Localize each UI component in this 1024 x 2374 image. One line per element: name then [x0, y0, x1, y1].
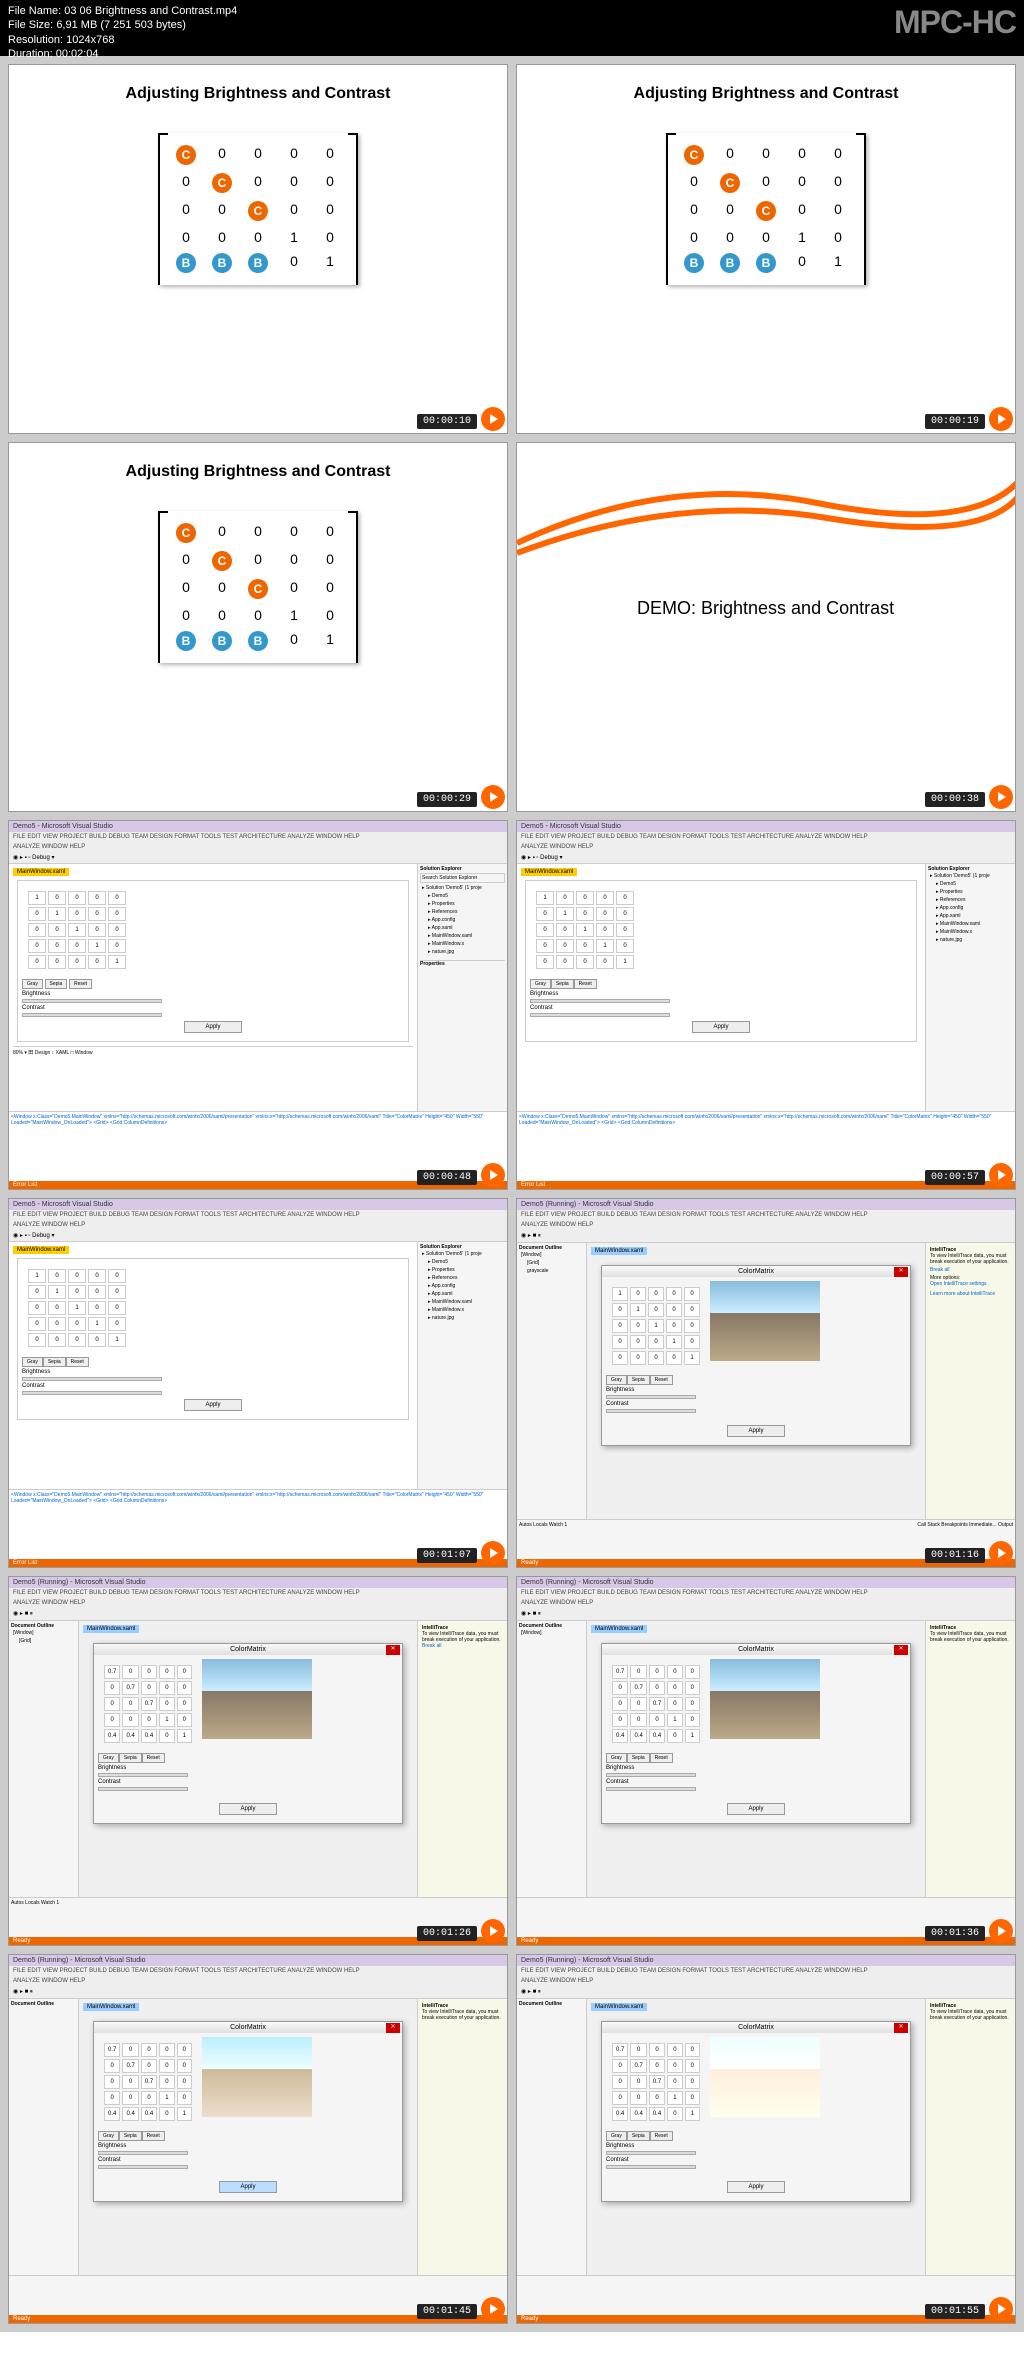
play-icon[interactable] — [989, 785, 1013, 809]
brightness-label: Brightness — [22, 991, 404, 997]
vs-titlebar: Demo5 - Microsoft Visual Studio — [9, 821, 507, 832]
thumbnail[interactable]: Adjusting Brightness and Contrast C00000… — [8, 442, 508, 812]
color-matrix: C00000C00000C0000010BBB01 — [666, 133, 866, 285]
matrix-input[interactable]: 1000001000001000001000001 — [26, 1267, 128, 1349]
matrix-input[interactable]: 1000001000001000001000001 — [534, 889, 636, 971]
brightness-slider[interactable] — [22, 999, 162, 1003]
preview-image — [710, 1281, 820, 1361]
thumbnail[interactable]: Adjusting Brightness and Contrast C00000… — [516, 64, 1016, 434]
play-icon[interactable] — [989, 1541, 1013, 1565]
vs-window: Demo5 - Microsoft Visual Studio FILE EDI… — [9, 1199, 507, 1567]
file-size: 6,91 MB (7 251 503 bytes) — [56, 19, 186, 31]
apply-button[interactable]: Apply — [184, 1021, 241, 1033]
solution-explorer[interactable]: Solution Explorer Search Solution Explor… — [417, 864, 507, 1111]
play-icon[interactable] — [481, 1163, 505, 1187]
play-icon[interactable] — [481, 407, 505, 431]
timestamp: 00:00:19 — [925, 414, 985, 429]
color-matrix: C00000C00000C0000010BBB01 — [158, 133, 358, 285]
slide-title: Adjusting Brightness and Contrast — [9, 443, 507, 491]
timestamp: 00:01:16 — [925, 1548, 985, 1563]
matrix-input[interactable]: 1000001000001000001000001 — [610, 1285, 702, 1367]
gray-button[interactable]: Gray — [22, 979, 43, 989]
timestamp: 00:01:07 — [417, 1548, 477, 1563]
timestamp: 00:01:26 — [417, 1926, 477, 1941]
play-icon[interactable] — [989, 407, 1013, 431]
play-icon[interactable] — [481, 785, 505, 809]
demo-title: DEMO: Brightness and Contrast — [637, 598, 894, 619]
timestamp: 00:00:10 — [417, 414, 477, 429]
matrix-input[interactable]: 1000001000001000001000001 — [26, 889, 128, 971]
thumbnail[interactable]: Adjusting Brightness and Contrast C00000… — [8, 64, 508, 434]
contrast-label: Contrast — [22, 1005, 404, 1011]
reset-button[interactable]: Reset — [69, 979, 92, 989]
document-outline[interactable]: Document Outline [Window] [Grid] graysca… — [517, 1243, 587, 1519]
app-logo: MPC-HC — [894, 4, 1016, 41]
play-icon[interactable] — [989, 2297, 1013, 2321]
timestamp: 00:00:48 — [417, 1170, 477, 1185]
app-titlebar[interactable]: ColorMatrix✕ — [602, 1266, 910, 1277]
sepia-button[interactable]: Sepia — [45, 979, 68, 989]
duration: 00:02:04 — [56, 48, 99, 60]
swoosh-graphic — [517, 463, 1016, 583]
vs-menubar: FILE EDIT VIEW PROJECT BUILD DEBUG TEAM … — [9, 832, 507, 842]
file-name: 03 06 Brightness and Contrast.mp4 — [64, 5, 237, 17]
timestamp: 00:01:36 — [925, 1926, 985, 1941]
vs-window: Demo5 - Microsoft Visual Studio FILE EDI… — [517, 821, 1015, 1189]
intellitrace-panel: IntelliTrace To view IntelliTrace data, … — [925, 1243, 1015, 1519]
thumbnail[interactable]: DEMO: Brightness and Contrast 00:00:38 — [516, 442, 1016, 812]
slide-title: Adjusting Brightness and Contrast — [517, 65, 1015, 113]
thumbnail[interactable]: Demo5 (Running) - Microsoft Visual Studi… — [8, 1576, 508, 1946]
tab-mainwindow[interactable]: MainWindow.xaml — [13, 868, 69, 876]
vs-window: Demo5 - Microsoft Visual Studio FILE EDI… — [9, 821, 507, 1189]
play-icon[interactable] — [989, 1919, 1013, 1943]
timestamp: 00:01:45 — [417, 2304, 477, 2319]
colormatrix-app[interactable]: ColorMatrix✕ 1000001000001000001000001 G… — [601, 1265, 911, 1446]
thumbnail[interactable]: Demo5 (Running) - Microsoft Visual Studi… — [516, 1576, 1016, 1946]
play-icon[interactable] — [481, 2297, 505, 2321]
header-bar: File Name: 03 06 Brightness and Contrast… — [0, 0, 1024, 56]
close-icon[interactable]: ✕ — [894, 1267, 908, 1277]
thumbnail[interactable]: Demo5 - Microsoft Visual Studio FILE EDI… — [8, 820, 508, 1190]
thumbnail[interactable]: Demo5 (Running) - Microsoft Visual Studi… — [516, 1954, 1016, 2324]
timestamp: 00:00:57 — [925, 1170, 985, 1185]
timestamp: 00:01:55 — [925, 2304, 985, 2319]
play-icon[interactable] — [989, 1163, 1013, 1187]
play-icon[interactable] — [481, 1541, 505, 1565]
timestamp: 00:00:29 — [417, 792, 477, 807]
play-icon[interactable] — [481, 1919, 505, 1943]
thumbnail[interactable]: Demo5 - Microsoft Visual Studio FILE EDI… — [8, 1198, 508, 1568]
thumbnail[interactable]: Demo5 (Running) - Microsoft Visual Studi… — [516, 1198, 1016, 1568]
thumbnail-grid: Adjusting Brightness and Contrast C00000… — [0, 56, 1024, 2332]
resolution: 1024x768 — [66, 34, 114, 46]
vs-toolbar: ◉ ▸ ▪ ▫ Debug ▾ — [9, 852, 507, 864]
thumbnail[interactable]: Demo5 - Microsoft Visual Studio FILE EDI… — [516, 820, 1016, 1190]
slide-title: Adjusting Brightness and Contrast — [9, 65, 507, 113]
thumbnail[interactable]: Demo5 (Running) - Microsoft Visual Studi… — [8, 1954, 508, 2324]
timestamp: 00:00:38 — [925, 792, 985, 807]
color-matrix: C00000C00000C0000010BBB01 — [158, 511, 358, 663]
